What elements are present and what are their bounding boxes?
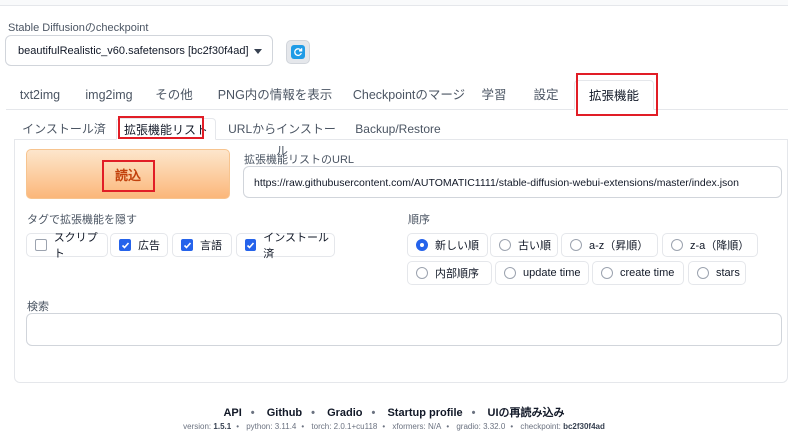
radio-unselected-icon [697,267,709,279]
radio-label: 古い順 [518,240,551,252]
search-input[interactable] [26,313,782,346]
footer-link-startup-profile[interactable]: Startup profile [387,407,462,419]
radio-newest[interactable]: 新しい順 [407,233,488,257]
tab-train[interactable]: 学習 [474,80,514,110]
tab-extensions[interactable]: 拡張機能 [574,80,654,110]
tab-extras[interactable]: その他 [148,80,200,110]
checkbox-localization[interactable]: 言語 [172,233,232,257]
footer-version-info: version: 1.5.1 • python: 3.11.4 • torch: 2… [183,422,605,431]
checkbox-label: 言語 [200,240,222,252]
checkbox-label: 広告 [138,240,160,252]
subtab-install-from-url[interactable]: URLからインストール [224,118,340,158]
version-label: version: [183,422,212,431]
checkbox-checked-icon [245,239,257,251]
radio-label: 新しい順 [435,240,479,252]
radio-oldest[interactable]: 古い順 [490,233,558,257]
footer-link-github[interactable]: Github [267,407,302,419]
radio-unselected-icon [671,239,683,251]
checkpoint-hash-value: bc2f30f4ad [563,422,605,431]
checkpoint-dropdown[interactable]: beautifulRealistic_v60.safetensors [bc2f… [5,35,273,66]
radio-label: stars [716,267,740,279]
checkbox-label: インストール済 [263,232,329,260]
radio-unselected-icon [504,267,516,279]
extension-list-url-label: 拡張機能リストのURL [244,154,355,166]
checkpoint-value: beautifulRealistic_v60.safetensors [bc2f… [18,45,249,57]
radio-unselected-icon [570,239,582,251]
footer-link-api[interactable]: API [223,407,241,419]
refresh-icon [291,45,305,59]
python-label: python: [246,422,273,431]
checkbox-script[interactable]: スクリプト [26,232,108,260]
radio-create-time[interactable]: create time [592,261,684,285]
radio-selected-icon [416,239,428,251]
checkbox-unchecked-icon [35,239,47,251]
footer-links: API • Github • Gradio • Startup profile • UI… [223,407,565,419]
gradio-label: gradio: [456,422,481,431]
extension-list-url-input[interactable]: https://raw.githubusercontent.com/AUTOMA… [243,166,782,198]
search-label: 検索 [27,301,49,313]
tab-settings[interactable]: 設定 [526,80,566,110]
radio-a-z[interactable]: a-z（昇順） [561,233,658,257]
python-value: 3.11.4 [274,422,297,431]
torch-label: torch: [311,422,332,431]
tab-checkpoint-merger[interactable]: Checkpointのマージ [348,80,470,110]
checkbox-checked-icon [119,239,131,251]
load-from-button[interactable]: 読込 [26,149,230,199]
radio-z-a[interactable]: z-a（降順） [662,233,758,257]
main-tab-bar: txt2img img2img その他 PNG内の情報を表示 Checkpoin… [6,80,788,110]
checkbox-label: スクリプト [53,232,98,260]
sub-tab-bar: インストール済 拡張機能リスト URLからインストール Backup/Resto… [14,118,788,158]
radio-label: 内部順序 [435,268,479,280]
radio-unselected-icon [416,267,428,279]
radio-label: a-z（昇順） [589,240,649,252]
chevron-down-icon [254,49,262,54]
radio-label: create time [620,267,675,279]
gradio-value: 3.32.0 [483,422,506,431]
checkbox-ads[interactable]: 広告 [110,233,168,257]
radio-update-time[interactable]: update time [495,261,589,285]
sort-order-label: 順序 [408,214,430,226]
version-value: 1.5.1 [213,422,232,431]
top-bar [0,0,788,6]
torch-value: 2.0.1+cu118 [333,422,378,431]
checkpoint-label: Stable Diffusionのcheckpoint [8,22,149,34]
checkbox-checked-icon [181,239,193,251]
footer-link-reload-ui[interactable]: UIの再読み込み [488,407,565,419]
subtab-backup-restore[interactable]: Backup/Restore [348,118,448,140]
tab-txt2img[interactable]: txt2img [10,80,70,110]
footer-link-gradio[interactable]: Gradio [327,407,362,419]
subtab-installed[interactable]: インストール済 [16,118,112,140]
radio-internal-order[interactable]: 内部順序 [407,261,492,285]
checkbox-installed[interactable]: インストール済 [236,232,335,260]
xformers-value: N/A [427,422,442,431]
radio-unselected-icon [499,239,511,251]
radio-unselected-icon [601,267,613,279]
subtab-available[interactable]: 拡張機能リスト [116,118,216,140]
refresh-checkpoint-button[interactable] [286,40,310,64]
xformers-label: xformers: [392,422,426,431]
tab-png-info[interactable]: PNG内の情報を表示 [210,80,340,110]
radio-label: z-a（降順） [690,240,750,252]
radio-stars[interactable]: stars [688,261,746,285]
load-button-label: 読込 [114,167,141,183]
checkpoint-hash-label: checkpoint: [520,422,561,431]
tab-img2img[interactable]: img2img [78,80,140,110]
hide-by-tag-label: タグで拡張機能を隠す [27,214,137,226]
radio-label: update time [523,267,581,279]
